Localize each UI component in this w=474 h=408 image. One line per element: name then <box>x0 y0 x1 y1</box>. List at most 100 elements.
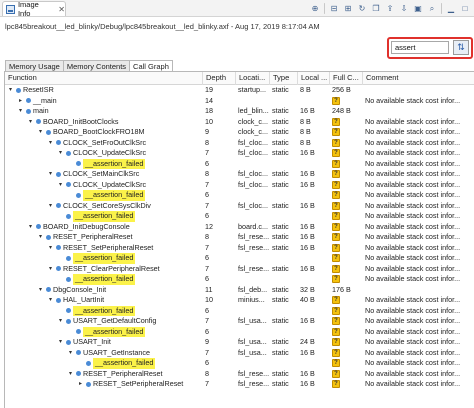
type-cell <box>270 159 298 170</box>
collapse-icon[interactable]: ▾ <box>67 369 74 380</box>
collapse-icon[interactable]: ▾ <box>67 348 74 359</box>
comment-cell: No available stack cost infor... <box>365 179 461 189</box>
function-name: RESET_PeripheralReset <box>53 232 133 241</box>
collapse-icon[interactable]: ▾ <box>27 117 34 128</box>
maximize-icon[interactable]: □ <box>459 3 471 15</box>
table-row[interactable]: ▾ BOARD_BootClockFRO18M 9 clock_c... static 8… <box>5 127 474 138</box>
column-header-full-cost[interactable]: Full C... <box>330 72 363 85</box>
expand-icon[interactable]: ▸ <box>77 379 84 390</box>
table-row[interactable]: ▾ HAL_UartInit 10 minius... static 40 B? No av… <box>5 295 474 306</box>
location-cell: clock_c... <box>238 116 268 126</box>
table-row[interactable]: ▾ CLOCK_UpdateClkSrc 7 fsl_cloc... static 16 … <box>5 180 474 191</box>
collapse-icon[interactable]: ▾ <box>47 138 54 149</box>
function-cell: ▾ main <box>5 106 202 117</box>
import-icon[interactable]: ⇩ <box>398 3 410 15</box>
function-name-highlighted: __assertion_failed <box>93 358 156 369</box>
collapse-icon[interactable]: ▾ <box>47 264 54 275</box>
function-name: __main <box>33 95 57 105</box>
export-icon[interactable]: ⇪ <box>384 3 396 15</box>
collapse-icon[interactable]: ▾ <box>37 127 44 138</box>
table-row[interactable]: ▾ BOARD_InitBootClocks 10 clock_c... static 8… <box>5 117 474 128</box>
full-cost-cell: ? <box>330 253 363 264</box>
collapse-icon[interactable]: ▾ <box>47 169 54 180</box>
table-row[interactable]: ▾ main 18 led_blin... static 16 B 248 B <box>5 106 474 117</box>
collapse-icon[interactable]: ▾ <box>37 232 44 243</box>
view-titlebar: Image Info ✕ ⊕ ⊟ ⊞ ↻ ❐ ⇪ ⇩ ▣ ⌕ ▁ □ <box>0 0 474 18</box>
collapse-icon[interactable]: ▾ <box>57 148 64 159</box>
collapse-icon[interactable]: ▾ <box>37 285 44 296</box>
table-row[interactable]: ▾ RESET_PeripheralReset 8 fsl_rese... static… <box>5 369 474 380</box>
table-row[interactable]: __assertion_failed 6? No available stack c… <box>5 253 474 264</box>
table-row[interactable]: ▾ CLOCK_SetCoreSysClkDiv 7 fsl_cloc... stati… <box>5 201 474 212</box>
full-cost-cell: ? <box>330 337 363 348</box>
collapse-icon[interactable]: ▾ <box>17 106 24 117</box>
type-cell <box>270 358 298 369</box>
depth-cell: 7 <box>205 379 209 388</box>
collapse-icon[interactable]: ▾ <box>57 316 64 327</box>
collapse-icon[interactable]: ▾ <box>47 201 54 212</box>
warning-icon: ? <box>332 96 340 105</box>
close-icon[interactable]: ✕ <box>58 5 65 14</box>
warning-icon: ? <box>332 254 340 263</box>
collapse-icon[interactable]: ▾ <box>47 295 54 306</box>
collapse-icon[interactable]: ▾ <box>47 243 54 254</box>
table-row[interactable]: ▾ CLOCK_SetMainClkSrc 8 fsl_cloc... static 16… <box>5 169 474 180</box>
function-name-highlighted: __assertion_failed <box>73 253 136 264</box>
collapse-icon[interactable]: ▾ <box>7 85 14 96</box>
table-row[interactable]: ▾ RESET_ClearPeripheralReset 7 fsl_rese... s… <box>5 264 474 275</box>
collapse-icon[interactable]: ▾ <box>27 222 34 233</box>
table-row[interactable]: __assertion_failed 6? No available stack c… <box>5 274 474 285</box>
table-row[interactable]: ▾ RESET_PeripheralReset 8 fsl_rese... static… <box>5 232 474 243</box>
function-cell: ▾ RESET_ClearPeripheralReset <box>5 264 202 275</box>
table-row[interactable]: __assertion_failed 6? No available stack c… <box>5 358 474 369</box>
column-header-depth[interactable]: Depth <box>203 72 236 85</box>
expand-icon[interactable]: ▸ <box>17 96 24 107</box>
table-row[interactable]: __assertion_failed 6? No available stack c… <box>5 190 474 201</box>
column-header-location[interactable]: Locati... <box>236 72 270 85</box>
local-cost-cell: 8 B <box>300 85 311 94</box>
table-row[interactable]: ▾ USART_GetInstance 7 fsl_usa... static 16 B?… <box>5 348 474 359</box>
full-cost-cell: ? <box>330 358 363 369</box>
refresh-icon[interactable]: ↻ <box>356 3 368 15</box>
table-row[interactable]: ▸ RESET_SetPeripheralReset 7 fsl_rese... sta… <box>5 379 474 390</box>
comment-cell: No available stack cost infor... <box>365 190 461 199</box>
table-row[interactable]: ▾ USART_GetDefaultConfig 7 fsl_usa... static… <box>5 316 474 327</box>
table-row[interactable]: ▾ USART_Init 9 fsl_usa... static 24 B? No avai… <box>5 337 474 348</box>
table-row[interactable]: ▾ RESET_SetPeripheralReset 7 fsl_rese... sta… <box>5 243 474 254</box>
function-name: USART_Init <box>73 337 111 346</box>
comment-cell: No available stack cost infor... <box>365 253 461 262</box>
table-row[interactable]: __assertion_failed 6? No available stack c… <box>5 211 474 222</box>
column-header-local-cost[interactable]: Local ... <box>298 72 330 85</box>
image-info-tab[interactable]: Image Info ✕ <box>2 0 66 18</box>
column-header-function[interactable]: Function <box>5 72 203 85</box>
table-row[interactable]: ▾ CLOCK_UpdateClkSrc 7 fsl_cloc... static 16 … <box>5 148 474 159</box>
function-node-icon <box>76 350 81 356</box>
filter-input[interactable] <box>391 41 449 54</box>
minimize-icon[interactable]: ▁ <box>445 3 457 15</box>
warning-icon: ? <box>332 201 340 210</box>
collapse-icon[interactable]: ▾ <box>57 180 64 191</box>
table-row[interactable]: __assertion_failed 6? No available stack c… <box>5 158 474 170</box>
table-row[interactable]: __assertion_failed 6? No available stack c… <box>5 305 474 316</box>
search-icon[interactable]: ⌕ <box>426 3 438 15</box>
function-name: RESET_ClearPeripheralReset <box>63 263 160 273</box>
copy-icon[interactable]: ❐ <box>370 3 382 15</box>
table-row[interactable]: ▾ CLOCK_SetFroOutClkSrc 8 fsl_cloc... static… <box>5 138 474 149</box>
collapse-icon[interactable]: ⊟ <box>328 3 340 15</box>
comment-cell: No available stack cost infor... <box>365 368 461 378</box>
full-cost-cell: ? <box>330 243 363 254</box>
table-row[interactable]: ▾ ResetISR 19 startup... static 8 B 256 B <box>5 85 474 96</box>
filter-button[interactable]: ⇅ <box>453 40 469 55</box>
expand-icon[interactable]: ⊞ <box>342 3 354 15</box>
table-row[interactable]: ▾ DbgConsole_Init 11 fsl_deb... static 32 B 17… <box>5 285 474 296</box>
column-header-comment[interactable]: Comment <box>363 72 474 85</box>
table-row[interactable]: ▾ BOARD_InitDebugConsole 12 board.c... stati… <box>5 222 474 233</box>
location-cell: fsl_rese... <box>238 368 270 378</box>
collapse-icon[interactable]: ▾ <box>57 337 64 348</box>
column-header-type[interactable]: Type <box>270 72 298 85</box>
pin-icon[interactable]: ⊕ <box>309 3 321 15</box>
table-row[interactable]: __assertion_failed 6? No available stack c… <box>5 326 474 337</box>
table-row[interactable]: ▸ __main 14? No available stack cost infor.… <box>5 96 474 107</box>
function-cell: __assertion_failed <box>5 305 202 316</box>
save-icon[interactable]: ▣ <box>412 3 424 15</box>
